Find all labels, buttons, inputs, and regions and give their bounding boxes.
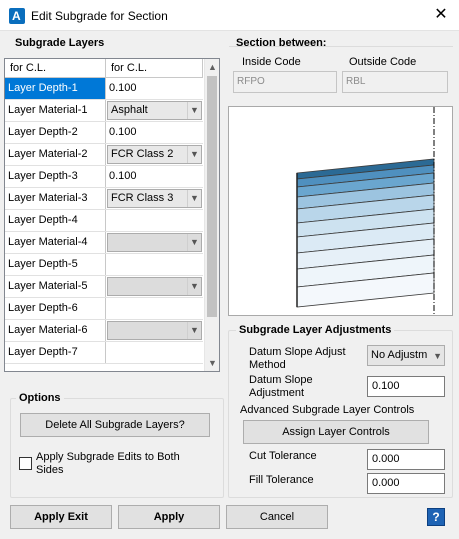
grid-scrollbar[interactable]: ▲ ▼ — [204, 59, 219, 371]
datum-adjust-label: Datum Slope Adjustment — [249, 374, 313, 399]
subgrade-layers-label: Subgrade Layers — [15, 37, 105, 49]
table-row[interactable]: Layer Material-3 FCR Class 3 ▼ — [5, 188, 203, 210]
fill-tolerance-label: Fill Tolerance — [249, 474, 314, 486]
datum-method-dropdown[interactable]: No Adjustm ▼ — [367, 345, 445, 366]
grid-rows: Layer Depth-1 0.100 Layer Material-1 Asphal… — [5, 78, 203, 364]
scroll-up-icon[interactable]: ▲ — [205, 59, 219, 75]
subgrade-preview-drawing — [296, 107, 435, 315]
apply-both-sides-checkbox[interactable] — [19, 457, 32, 470]
depth-value-cell[interactable] — [106, 342, 203, 363]
depth-value-cell[interactable] — [106, 210, 203, 231]
cut-tolerance-input[interactable]: 0.000 — [367, 449, 445, 470]
depth-value-cell[interactable]: 0.100 — [106, 122, 203, 143]
table-row[interactable]: Layer Depth-2 0.100 — [5, 122, 203, 144]
chevron-down-icon: ▼ — [187, 146, 201, 163]
autocad-app-icon: A — [9, 8, 25, 24]
table-row[interactable]: Layer Depth-5 — [5, 254, 203, 276]
depth-value-cell[interactable]: 0.100 — [106, 78, 203, 99]
adjustments-label: Subgrade Layer Adjustments — [236, 324, 395, 336]
datum-method-value: No Adjustm — [371, 349, 428, 361]
outside-code-field: RBL — [342, 71, 448, 93]
fill-tolerance-input[interactable]: 0.000 — [367, 473, 445, 494]
row-label[interactable]: Layer Depth-1 — [5, 78, 106, 99]
table-row[interactable]: Layer Depth-7 — [5, 342, 203, 364]
divider — [229, 46, 453, 47]
table-row[interactable]: Layer Material-4 ▼ — [5, 232, 203, 254]
material-dropdown[interactable]: FCR Class 2 ▼ — [107, 145, 202, 164]
chevron-down-icon: ▼ — [187, 234, 201, 251]
row-label[interactable]: Layer Depth-4 — [5, 210, 106, 231]
material-dropdown[interactable]: Asphalt ▼ — [107, 101, 202, 120]
chevron-down-icon: ▼ — [187, 322, 201, 339]
apply-button[interactable]: Apply — [118, 505, 220, 529]
table-row[interactable]: Layer Material-2 FCR Class 2 ▼ — [5, 144, 203, 166]
section-preview — [228, 106, 453, 316]
scroll-down-icon[interactable]: ▼ — [205, 355, 219, 371]
table-row[interactable]: Layer Material-1 Asphalt ▼ — [5, 100, 203, 122]
subgrade-layers-grid[interactable]: for C.L. for C.L. Layer Depth-1 0.100 Laye… — [4, 58, 220, 372]
cut-tolerance-label: Cut Tolerance — [249, 450, 317, 462]
chevron-down-icon: ▼ — [433, 351, 442, 361]
chevron-down-icon: ▼ — [187, 190, 201, 207]
material-value: Asphalt — [111, 104, 148, 116]
depth-value-cell[interactable] — [106, 298, 203, 319]
row-label[interactable]: Layer Depth-6 — [5, 298, 106, 319]
outside-code-label: Outside Code — [349, 56, 417, 68]
row-label[interactable]: Layer Material-5 — [5, 276, 106, 297]
row-label[interactable]: Layer Material-2 — [5, 144, 106, 165]
material-dropdown[interactable]: ▼ — [107, 277, 202, 296]
advanced-controls-label: Advanced Subgrade Layer Controls — [240, 404, 415, 416]
table-row[interactable]: Layer Material-6 ▼ — [5, 320, 203, 342]
table-row[interactable]: Layer Depth-6 — [5, 298, 203, 320]
section-between-label: Section between: — [236, 37, 327, 49]
row-label[interactable]: Layer Depth-3 — [5, 166, 106, 187]
material-dropdown[interactable]: ▼ — [107, 321, 202, 340]
inside-code-label: Inside Code — [242, 56, 301, 68]
row-label[interactable]: Layer Material-3 — [5, 188, 106, 209]
scroll-thumb[interactable] — [207, 76, 217, 317]
grid-header: for C.L. for C.L. — [5, 59, 203, 78]
material-value: FCR Class 2 — [111, 148, 174, 160]
depth-value-cell[interactable] — [106, 254, 203, 275]
chevron-down-icon: ▼ — [187, 102, 201, 119]
close-icon[interactable]: ✕ — [432, 6, 450, 24]
table-row[interactable]: Layer Material-5 ▼ — [5, 276, 203, 298]
datum-adjust-input[interactable]: 0.100 — [367, 376, 445, 397]
column-header-label[interactable]: for C.L. — [5, 59, 106, 78]
material-dropdown[interactable]: FCR Class 3 ▼ — [107, 189, 202, 208]
chevron-down-icon: ▼ — [187, 278, 201, 295]
depth-value-cell[interactable]: 0.100 — [106, 166, 203, 187]
row-label[interactable]: Layer Material-6 — [5, 320, 106, 341]
row-label[interactable]: Layer Material-4 — [5, 232, 106, 253]
row-label[interactable]: Layer Depth-5 — [5, 254, 106, 275]
apply-exit-button[interactable]: Apply Exit — [10, 505, 112, 529]
inside-code-field: RFPO — [233, 71, 337, 93]
row-label[interactable]: Layer Depth-7 — [5, 342, 106, 363]
cancel-button[interactable]: Cancel — [226, 505, 328, 529]
table-row[interactable]: Layer Depth-1 0.100 — [5, 78, 203, 100]
assign-layer-controls-button[interactable]: Assign Layer Controls — [243, 420, 429, 444]
row-label[interactable]: Layer Depth-2 — [5, 122, 106, 143]
row-label[interactable]: Layer Material-1 — [5, 100, 106, 121]
help-icon[interactable]: ? — [427, 508, 445, 526]
table-row[interactable]: Layer Depth-3 0.100 — [5, 166, 203, 188]
material-dropdown[interactable]: ▼ — [107, 233, 202, 252]
datum-method-label: Datum Slope Adjust Method — [249, 346, 346, 371]
delete-all-layers-button[interactable]: Delete All Subgrade Layers? — [20, 413, 210, 437]
apply-both-sides-label: Apply Subgrade Edits to Both Sides — [36, 451, 180, 476]
table-row[interactable]: Layer Depth-4 — [5, 210, 203, 232]
window-title: Edit Subgrade for Section — [31, 9, 168, 23]
material-value: FCR Class 3 — [111, 192, 174, 204]
column-header-value[interactable]: for C.L. — [106, 59, 203, 78]
options-label: Options — [16, 392, 64, 404]
